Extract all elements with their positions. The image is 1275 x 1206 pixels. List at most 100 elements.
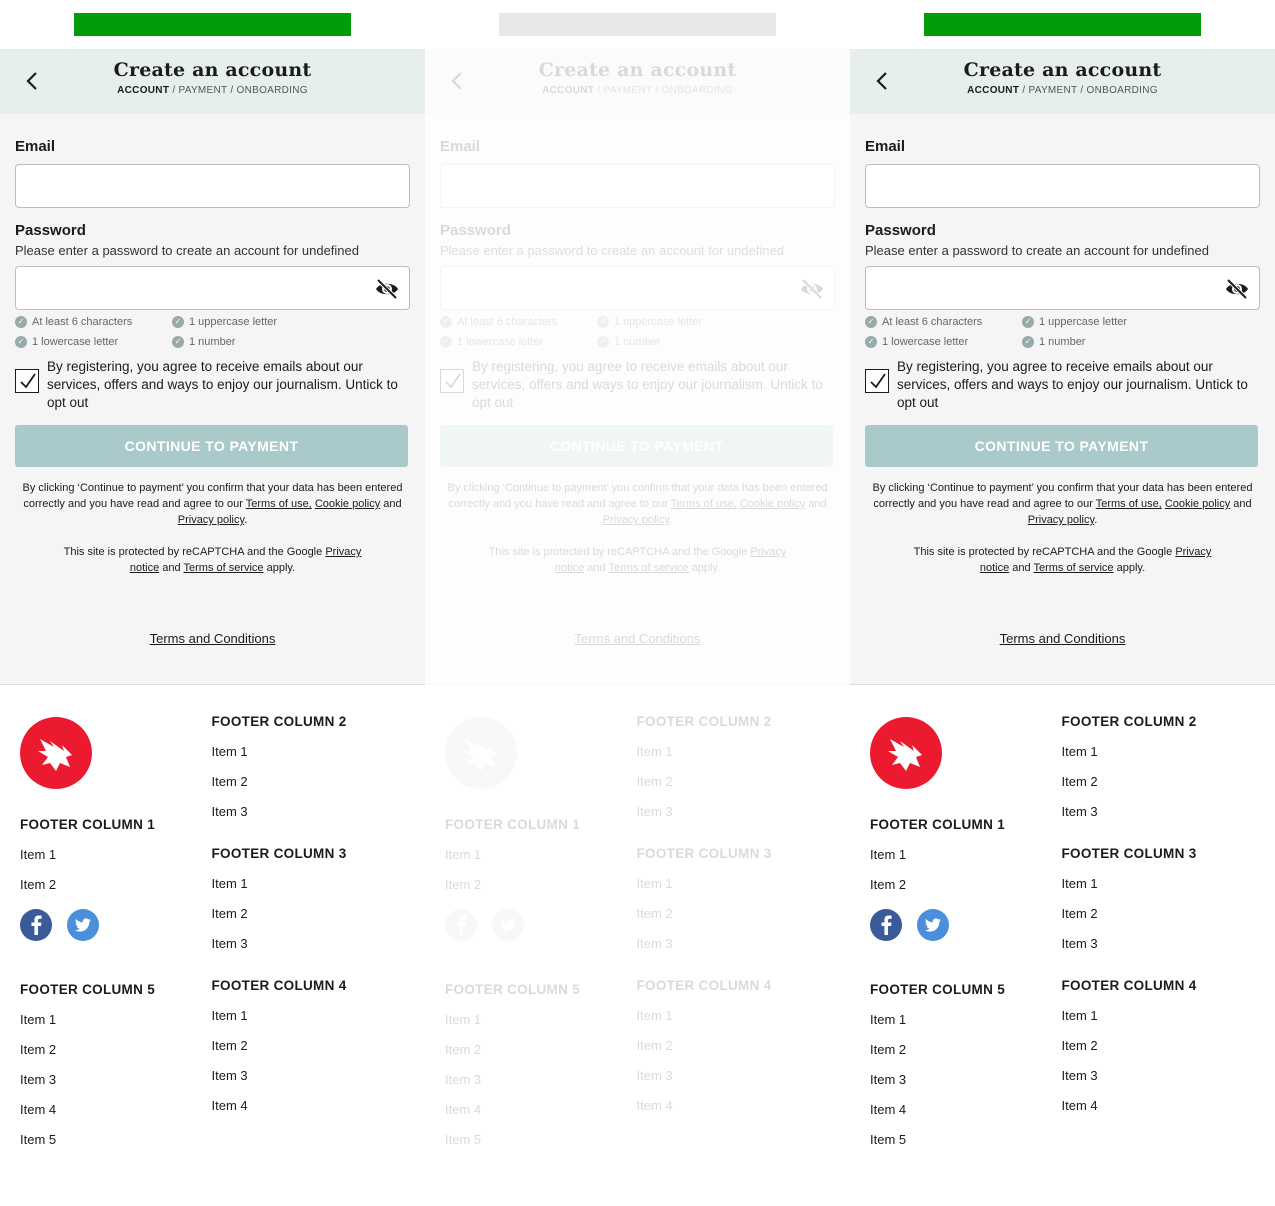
footer-column-5-heading: FOOTER COLUMN 5 [445, 982, 580, 997]
twitter-icon[interactable] [492, 909, 524, 941]
facebook-icon[interactable] [870, 909, 902, 941]
email-field[interactable] [15, 164, 410, 208]
cookie-policy-link[interactable]: Cookie policy [740, 498, 805, 510]
breadcrumb-rest: / PAYMENT / ONBOARDING [1019, 85, 1158, 96]
cookie-policy-link[interactable]: Cookie policy [1165, 498, 1230, 510]
footer-link[interactable]: Item 2 [212, 906, 406, 921]
footer-link[interactable]: Item 2 [1062, 906, 1256, 921]
cookie-policy-link[interactable]: Cookie policy [315, 498, 380, 510]
footer-link[interactable]: Item 1 [1062, 876, 1256, 891]
back-arrow-icon[interactable] [22, 69, 42, 93]
privacy-policy-link[interactable]: Privacy policy [1028, 514, 1094, 526]
footer-link[interactable]: Item 2 [212, 774, 406, 789]
email-field[interactable] [865, 164, 1260, 208]
footer-link[interactable]: Item 4 [870, 1102, 1062, 1117]
privacy-policy-link[interactable]: Privacy policy [178, 514, 244, 526]
terms-of-service-link[interactable]: Terms of service [183, 562, 263, 574]
eagle-logo-icon[interactable] [445, 717, 517, 789]
password-field[interactable] [865, 266, 1260, 310]
terms-and-conditions-link[interactable]: Terms and Conditions [865, 631, 1260, 646]
continue-to-payment-button[interactable]: CONTINUE TO PAYMENT [15, 425, 408, 467]
footer-link[interactable]: Item 4 [212, 1098, 406, 1113]
footer-link[interactable]: Item 2 [212, 1038, 406, 1053]
footer-link[interactable]: Item 2 [1062, 774, 1256, 789]
email-field[interactable] [440, 164, 835, 208]
footer-link[interactable]: Item 2 [637, 774, 831, 789]
consent-checkbox[interactable] [440, 369, 464, 393]
footer-link[interactable]: Item 2 [445, 877, 637, 892]
eye-slash-icon[interactable] [1225, 278, 1249, 300]
footer-link[interactable]: Item 1 [637, 744, 831, 759]
footer-link[interactable]: Item 2 [637, 906, 831, 921]
footer-link[interactable]: Item 1 [637, 1008, 831, 1023]
footer-link[interactable]: Item 1 [212, 876, 406, 891]
footer-link[interactable]: Item 2 [20, 1042, 212, 1057]
footer-link[interactable]: Item 1 [212, 744, 406, 759]
terms-of-use-link[interactable]: Terms of use, [246, 498, 312, 510]
footer-link[interactable]: Item 4 [1062, 1098, 1256, 1113]
breadcrumb-rest: / PAYMENT / ONBOARDING [594, 85, 733, 96]
page-content: Create an account ACCOUNT / PAYMENT / ON… [425, 49, 850, 1206]
top-banner [0, 0, 425, 49]
footer-link[interactable]: Item 4 [637, 1098, 831, 1113]
footer-link[interactable]: Item 1 [637, 876, 831, 891]
password-field[interactable] [440, 266, 835, 310]
footer-link[interactable]: Item 2 [870, 877, 1062, 892]
password-field[interactable] [15, 266, 410, 310]
twitter-icon[interactable] [917, 909, 949, 941]
facebook-icon[interactable] [20, 909, 52, 941]
footer-link[interactable]: Item 3 [870, 1072, 1062, 1087]
footer-link[interactable]: Item 3 [637, 1068, 831, 1083]
footer-link[interactable]: Item 3 [1062, 804, 1256, 819]
terms-of-service-link[interactable]: Terms of service [1033, 562, 1113, 574]
facebook-icon[interactable] [445, 909, 477, 941]
footer-link[interactable]: Item 1 [1062, 1008, 1256, 1023]
footer-link[interactable]: Item 3 [1062, 936, 1256, 951]
footer-link[interactable]: Item 3 [212, 936, 406, 951]
terms-of-service-link[interactable]: Terms of service [608, 562, 688, 574]
footer-link[interactable]: Item 5 [20, 1132, 212, 1147]
footer-link[interactable]: Item 3 [637, 804, 831, 819]
eagle-logo-icon[interactable] [20, 717, 92, 789]
footer-link[interactable]: Item 3 [637, 936, 831, 951]
back-arrow-icon[interactable] [872, 69, 892, 93]
footer-link[interactable]: Item 1 [1062, 744, 1256, 759]
eye-slash-icon[interactable] [800, 278, 824, 300]
footer-link[interactable]: Item 2 [870, 1042, 1062, 1057]
continue-to-payment-button[interactable]: CONTINUE TO PAYMENT [865, 425, 1258, 467]
footer-link[interactable]: Item 1 [20, 1012, 212, 1027]
footer-link[interactable]: Item 3 [212, 1068, 406, 1083]
eagle-logo-icon[interactable] [870, 717, 942, 789]
footer-link[interactable]: Item 1 [870, 1012, 1062, 1027]
footer-link[interactable]: Item 4 [20, 1102, 212, 1117]
footer-link[interactable]: Item 1 [870, 847, 1062, 862]
footer-link[interactable]: Item 2 [20, 877, 212, 892]
footer-link[interactable]: Item 2 [1062, 1038, 1256, 1053]
footer-link[interactable]: Item 3 [445, 1072, 637, 1087]
footer-link[interactable]: Item 3 [1062, 1068, 1256, 1083]
footer-link[interactable]: Item 2 [445, 1042, 637, 1057]
footer-link[interactable]: Item 1 [20, 847, 212, 862]
continue-to-payment-button[interactable]: CONTINUE TO PAYMENT [440, 425, 833, 467]
terms-and-conditions-link[interactable]: Terms and Conditions [15, 631, 410, 646]
terms-and-conditions-link[interactable]: Terms and Conditions [440, 631, 835, 646]
footer-link[interactable]: Item 1 [445, 1012, 637, 1027]
eye-slash-icon[interactable] [375, 278, 399, 300]
footer-link[interactable]: Item 1 [212, 1008, 406, 1023]
footer-link[interactable]: Item 3 [212, 804, 406, 819]
footer-column-4-heading: FOOTER COLUMN 4 [211, 978, 347, 993]
footer-link[interactable]: Item 1 [445, 847, 637, 862]
footer-link[interactable]: Item 4 [445, 1102, 637, 1117]
twitter-icon[interactable] [67, 909, 99, 941]
footer-link[interactable]: Item 2 [637, 1038, 831, 1053]
footer-link[interactable]: Item 5 [870, 1132, 1062, 1147]
privacy-policy-link[interactable]: Privacy policy [603, 514, 669, 526]
terms-of-use-link[interactable]: Terms of use, [671, 498, 737, 510]
terms-of-use-link[interactable]: Terms of use, [1096, 498, 1162, 510]
back-arrow-icon[interactable] [447, 69, 467, 93]
page-title: Create an account [963, 59, 1162, 81]
footer-link[interactable]: Item 5 [445, 1132, 637, 1147]
consent-checkbox[interactable] [15, 369, 39, 393]
footer-link[interactable]: Item 3 [20, 1072, 212, 1087]
consent-checkbox[interactable] [865, 369, 889, 393]
